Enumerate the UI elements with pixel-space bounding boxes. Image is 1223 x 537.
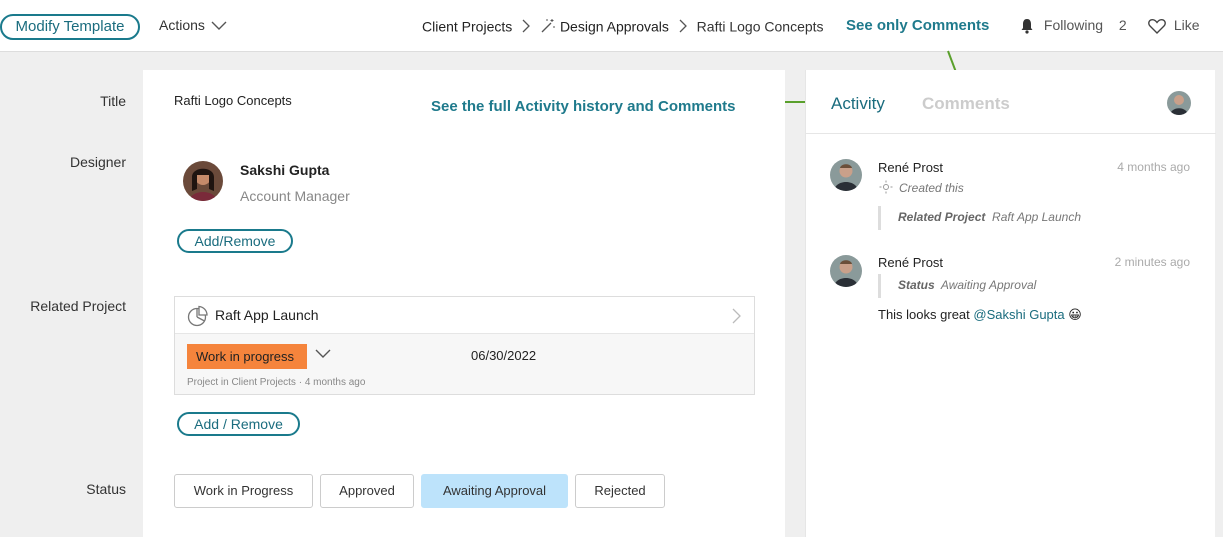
like-button[interactable]: Like xyxy=(1148,17,1200,35)
designer-name[interactable]: Sakshi Gupta xyxy=(240,162,329,178)
comment-text: This looks great @Sakshi Gupta 😀 xyxy=(878,307,1082,323)
top-bar: Modify Template Actions Client Projects … xyxy=(0,0,1223,52)
bell-icon xyxy=(1021,19,1033,34)
annotation-see-only-comments: See only Comments xyxy=(846,17,990,34)
comment-mention[interactable]: @Sakshi Gupta xyxy=(973,307,1064,322)
related-project-header[interactable]: Raft App Launch xyxy=(175,297,754,334)
related-project-card: Raft App Launch Work in progress 06/30/2… xyxy=(174,296,755,395)
add-remove-designer-button[interactable]: Add/Remove xyxy=(177,229,293,253)
like-label: Like xyxy=(1173,17,1200,33)
breadcrumb-item-client-projects[interactable]: Client Projects xyxy=(422,18,512,34)
related-project-name: Raft App Launch xyxy=(215,307,319,323)
activity-time: 4 months ago xyxy=(1117,160,1190,174)
chevron-right-icon xyxy=(732,308,741,324)
smile-emoji-icon: 😀 xyxy=(1068,307,1082,322)
pie-chart-icon xyxy=(187,305,208,327)
actions-menu[interactable]: Actions xyxy=(159,17,227,33)
activity-author[interactable]: René Prost xyxy=(878,255,943,270)
chevron-right-icon xyxy=(522,19,531,33)
designer-label: Designer xyxy=(69,154,126,170)
add-remove-project-button[interactable]: Add / Remove xyxy=(177,412,300,436)
related-project-label: Related Project xyxy=(30,298,126,314)
status-label: Status xyxy=(86,481,126,497)
chevron-down-icon[interactable] xyxy=(315,349,331,359)
breadcrumb: Client Projects Design Approvals Rafti L… xyxy=(422,17,824,34)
following-count: 2 xyxy=(1118,17,1127,33)
breadcrumb-item-design-approvals[interactable]: Design Approvals xyxy=(560,18,669,34)
project-meta: Project in Client Projects · 4 months ag… xyxy=(187,377,366,388)
breadcrumb-item-current: Rafti Logo Concepts xyxy=(696,18,824,35)
avatar xyxy=(830,255,862,287)
chevron-right-icon xyxy=(679,19,687,33)
title-value[interactable]: Rafti Logo Concepts xyxy=(174,93,292,108)
quote-bar xyxy=(878,274,881,298)
annotation-full-activity: See the full Activity history and Commen… xyxy=(431,98,736,115)
activity-field: Status xyxy=(898,278,935,292)
avatar[interactable] xyxy=(1167,91,1191,115)
comment-body: This looks great xyxy=(878,307,970,322)
following-label: Following xyxy=(1043,17,1104,33)
activity-value: Awaiting Approval xyxy=(940,278,1037,292)
designer-role: Account Manager xyxy=(240,188,350,204)
activity-change: Status Awaiting Approval xyxy=(898,278,1036,292)
activity-change: Related Project Raft App Launch xyxy=(898,210,1081,224)
project-due-date: 06/30/2022 xyxy=(471,348,537,363)
status-option-approved[interactable]: Approved xyxy=(320,474,414,508)
status-option-rejected[interactable]: Rejected xyxy=(575,474,665,508)
sparkle-icon xyxy=(879,180,893,194)
actions-label: Actions xyxy=(159,17,205,33)
activity-field: Related Project xyxy=(898,210,986,224)
project-status-badge[interactable]: Work in progress xyxy=(187,344,307,369)
status-option-work-in-progress[interactable]: Work in Progress xyxy=(174,474,313,508)
tab-activity[interactable]: Activity xyxy=(831,94,885,114)
activity-panel: Activity Comments xyxy=(805,70,1216,537)
magic-wand-icon xyxy=(541,19,555,33)
avatar xyxy=(830,159,862,191)
activity-tabs: Activity Comments xyxy=(806,70,1216,134)
title-label: Title xyxy=(100,93,126,109)
following-toggle[interactable]: Following 2 xyxy=(1020,17,1127,34)
avatar xyxy=(183,161,223,201)
heart-icon xyxy=(1148,19,1166,35)
activity-author[interactable]: René Prost xyxy=(878,160,943,175)
activity-action: Created this xyxy=(899,181,964,195)
modify-template-button[interactable]: Modify Template xyxy=(0,14,140,40)
activity-value: Raft App Launch xyxy=(992,210,1081,224)
quote-bar xyxy=(878,206,881,230)
tab-comments[interactable]: Comments xyxy=(922,94,1010,114)
chevron-down-icon xyxy=(211,21,227,31)
status-option-awaiting-approval[interactable]: Awaiting Approval xyxy=(421,474,568,508)
activity-time: 2 minutes ago xyxy=(1114,255,1190,269)
